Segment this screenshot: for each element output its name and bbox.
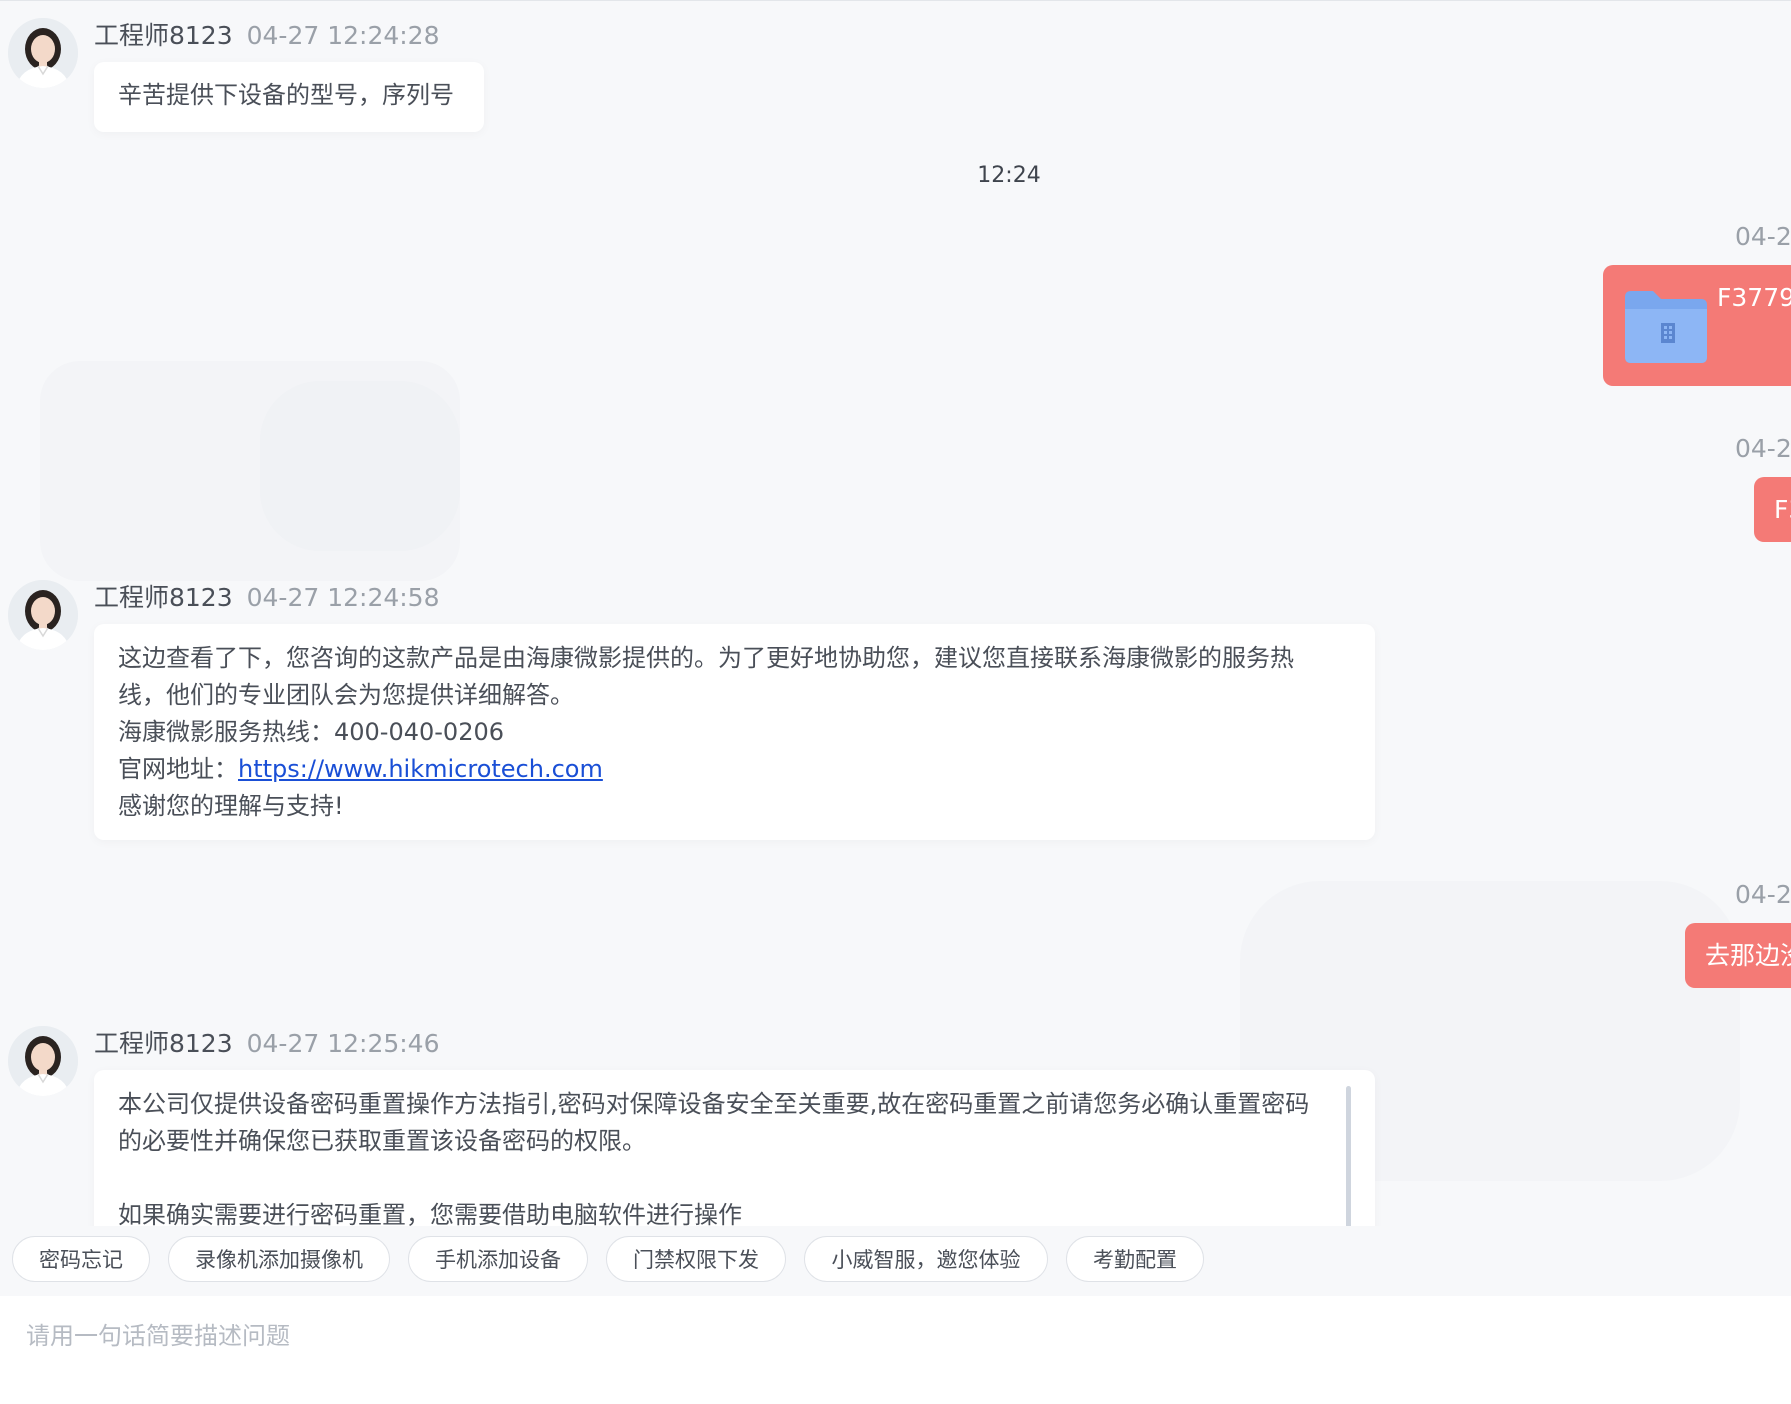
- website-label: 官网地址：: [118, 755, 238, 783]
- user-message-time: 04-27: [1735, 434, 1791, 463]
- chat-message-list[interactable]: 工程师8123 04-27 12:24:28 辛苦提供下设备的型号，序列号 12:…: [0, 1, 1791, 1226]
- user-message-time: 04-27: [1735, 222, 1791, 251]
- website-line: 官网地址：https://www.hikmicrotech.com: [118, 751, 1351, 788]
- agent-avatar: [8, 580, 78, 650]
- user-bubble[interactable]: 去那边没: [1685, 923, 1791, 988]
- agent-name: 工程师8123: [94, 21, 233, 50]
- message-scrollbar[interactable]: [1346, 1086, 1351, 1226]
- message-time: 04-27 12:25:46: [246, 1029, 440, 1058]
- hotline-text: 海康微影服务热线：400-040-0206: [118, 718, 505, 746]
- message-composer: [0, 1296, 1791, 1404]
- user-bubble[interactable]: F3: [1754, 477, 1791, 542]
- agent-bubble: 本公司仅提供设备密码重置操作方法指引,密码对保障设备安全至关重要,故在密码重置之…: [94, 1070, 1375, 1226]
- agent-avatar: [8, 1026, 78, 1096]
- message-time: 04-27 12:24:28: [246, 21, 440, 50]
- agent-avatar: [8, 18, 78, 88]
- quick-reply-chip[interactable]: 小威智服，邀您体验: [804, 1236, 1048, 1282]
- quick-reply-chip[interactable]: 密码忘记: [12, 1236, 150, 1282]
- quick-reply-bar: 密码忘记 录像机添加摄像机 手机添加设备 门禁权限下发 小威智服，邀您体验 考勤…: [0, 1226, 1791, 1296]
- message-header: 工程师8123 04-27 12:24:28: [94, 18, 440, 54]
- message-text: 去那边没: [1705, 941, 1791, 970]
- agent-bubble: 这边查看了下，您咨询的这款产品是由海康微影提供的。为了更好地协助您，建议您直接联…: [94, 624, 1375, 840]
- time-separator: 12:24: [977, 163, 1041, 188]
- message-text: 线，他们的专业团队会为您提供详细解答。: [118, 681, 574, 709]
- message-text: 辛苦提供下设备的型号，序列号: [118, 81, 454, 109]
- agent-name: 工程师8123: [94, 583, 233, 612]
- message-header: 工程师8123 04-27 12:25:46: [94, 1026, 440, 1062]
- quick-reply-chip[interactable]: 门禁权限下发: [606, 1236, 786, 1282]
- user-file-bubble[interactable]: F37795: [1603, 265, 1791, 386]
- quick-reply-chip[interactable]: 手机添加设备: [408, 1236, 588, 1282]
- agent-name: 工程师8123: [94, 1029, 233, 1058]
- message-text: 本公司仅提供设备密码重置操作方法指引,密码对保障设备安全至关重要,故在密码重置之…: [118, 1090, 1310, 1118]
- background-decoration: [260, 381, 460, 551]
- folder-icon: [1625, 291, 1707, 363]
- message-text: 这边查看了下，您咨询的这款产品是由海康微影提供的。为了更好地协助您，建议您直接联…: [118, 644, 1294, 672]
- message-time: 04-27 12:24:58: [246, 583, 440, 612]
- message-text: 如果确实需要进行密码重置，您需要借助电脑软件进行操作: [118, 1201, 742, 1226]
- quick-reply-chip[interactable]: 录像机添加摄像机: [168, 1236, 390, 1282]
- message-input[interactable]: [14, 1308, 1754, 1394]
- message-text: F3: [1774, 495, 1791, 524]
- website-link[interactable]: https://www.hikmicrotech.com: [238, 755, 603, 783]
- thanks-text: 感谢您的理解与支持!: [118, 792, 344, 820]
- quick-reply-chip[interactable]: 考勤配置: [1066, 1236, 1204, 1282]
- file-name: F37795: [1717, 283, 1791, 312]
- agent-bubble: 辛苦提供下设备的型号，序列号: [94, 62, 484, 132]
- message-header: 工程师8123 04-27 12:24:58: [94, 580, 440, 616]
- user-message-time: 04-27: [1735, 880, 1791, 909]
- message-text: 的必要性并确保您已获取重置该设备密码的权限。: [118, 1127, 646, 1155]
